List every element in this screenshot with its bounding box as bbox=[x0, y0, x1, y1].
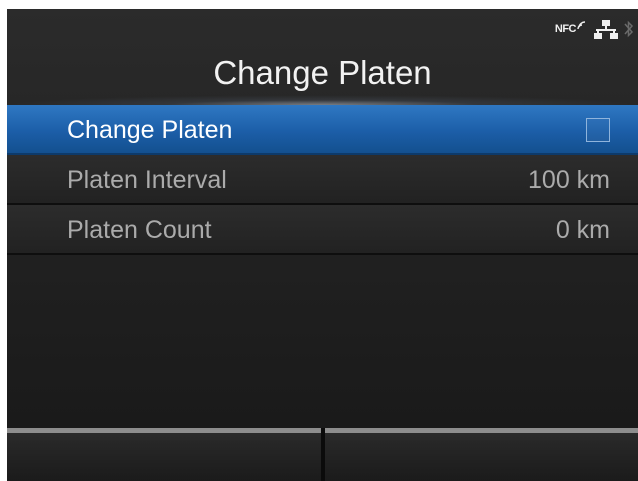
network-icon bbox=[594, 20, 618, 39]
menu-item-label: Platen Interval bbox=[67, 166, 227, 194]
platen-interval-value: 100 km bbox=[528, 166, 610, 194]
settings-menu: Change Platen Platen Interval 100 km Pla… bbox=[7, 105, 638, 255]
menu-item-label: Change Platen bbox=[67, 116, 233, 144]
printer-display: NFC Change Platen Change Platen Platen I… bbox=[7, 9, 638, 481]
page-title: Change Platen bbox=[213, 54, 432, 91]
nfc-icon: NFC bbox=[554, 21, 588, 35]
menu-item-label: Platen Count bbox=[67, 216, 212, 244]
platen-count-value: 0 km bbox=[555, 216, 610, 244]
device-frame: NFC Change Platen Change Platen Platen I… bbox=[0, 0, 638, 481]
menu-item-platen-count[interactable]: Platen Count 0 km bbox=[7, 205, 638, 255]
nfc-label: NFC bbox=[554, 23, 577, 35]
right-softkey[interactable] bbox=[325, 428, 638, 481]
title-underline-glow bbox=[7, 95, 638, 105]
softkey-bar bbox=[7, 428, 638, 481]
menu-item-change-platen[interactable]: Change Platen bbox=[7, 105, 638, 155]
change-platen-checkbox[interactable] bbox=[586, 118, 610, 142]
menu-item-platen-interval[interactable]: Platen Interval 100 km bbox=[7, 155, 638, 205]
left-softkey[interactable] bbox=[7, 428, 321, 481]
bluetooth-icon bbox=[624, 20, 634, 38]
status-bar: NFC bbox=[555, 17, 634, 41]
